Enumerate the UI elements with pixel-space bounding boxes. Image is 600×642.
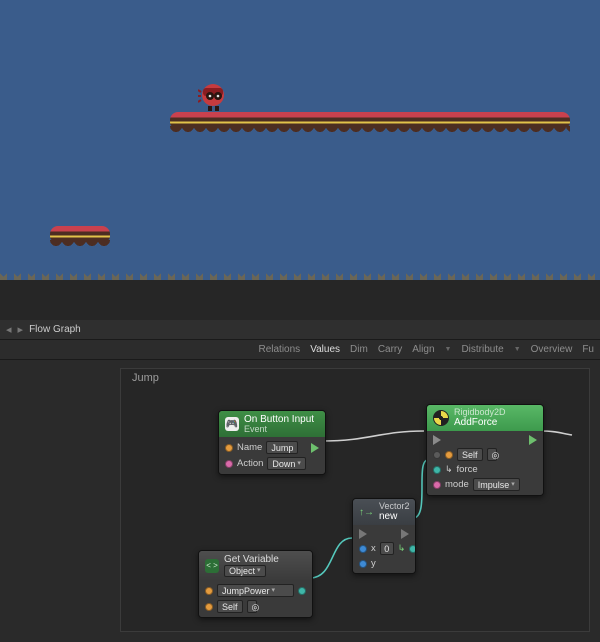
port-force[interactable] — [433, 466, 441, 474]
port-in[interactable] — [225, 460, 233, 468]
port-x[interactable] — [359, 545, 367, 553]
name-field[interactable]: Jump — [266, 441, 298, 454]
ground — [0, 280, 600, 320]
field-label: y — [371, 558, 376, 569]
toolbar-overview[interactable]: Overview — [531, 344, 573, 355]
node-title: Get Variable — [224, 554, 279, 565]
port-in[interactable] — [433, 481, 441, 489]
rigidbody-icon — [433, 410, 449, 426]
field-label: force — [457, 464, 478, 475]
exec-out-port[interactable] — [311, 443, 319, 453]
node-header[interactable]: ↑→ Vector2 new — [353, 499, 415, 525]
port-y[interactable] — [359, 560, 367, 568]
field-label: Action — [237, 458, 263, 469]
chevron-down-icon: ▼ — [514, 346, 521, 353]
variable-icon — [205, 559, 219, 573]
node-title: new — [379, 511, 397, 522]
graph-title: Jump — [132, 372, 159, 384]
field-label: x — [371, 543, 376, 554]
node-header[interactable]: Rigidbody2D AddForce — [427, 405, 543, 431]
port-out[interactable] — [298, 587, 306, 595]
graph-panel: ◂ ▸ Flow Graph Relations Values Dim Carr… — [0, 320, 600, 642]
chevron-down-icon: ▼ — [445, 346, 452, 353]
scope-dropdown[interactable]: Object▾ — [224, 565, 266, 577]
mode-dropdown[interactable]: Impulse▾ — [473, 478, 520, 491]
field-label: mode — [445, 479, 469, 490]
exec-in-port[interactable] — [359, 529, 367, 539]
self-field[interactable]: Self — [217, 600, 243, 613]
node-vector2[interactable]: ↑→ Vector2 new x 0 ↳ — [352, 498, 416, 574]
toolbar-distribute[interactable]: Distribute — [461, 344, 503, 355]
node-subtitle: Rigidbody2D — [454, 408, 506, 417]
node-subtitle: Vector2 — [379, 502, 410, 511]
node-on-button-input[interactable]: 🎮 On Button Input Event Name Jump Action… — [218, 410, 326, 475]
tab-flow-graph[interactable]: Flow Graph — [29, 324, 81, 335]
port-out[interactable] — [409, 545, 416, 553]
port-in[interactable] — [205, 603, 213, 611]
spikes — [0, 266, 600, 280]
panel-tabbar: ◂ ▸ Flow Graph — [0, 320, 600, 340]
port-in[interactable] — [445, 451, 453, 459]
target-picker[interactable]: ◎ — [247, 600, 257, 613]
platform-small — [50, 226, 110, 242]
field-label: Name — [237, 442, 262, 453]
node-header[interactable]: Get Variable Object▾ — [199, 551, 312, 580]
target-picker[interactable]: ◎ — [487, 448, 497, 461]
toolbar-align[interactable]: Align — [412, 344, 434, 355]
port-in[interactable] — [205, 587, 213, 595]
vector-out-icon: ↳ — [398, 543, 406, 554]
exec-out-port[interactable] — [529, 435, 537, 445]
game-preview — [0, 0, 600, 320]
node-get-variable[interactable]: Get Variable Object▾ JumpPower▾ Self ◎ — [198, 550, 313, 618]
toolbar-relations[interactable]: Relations — [258, 344, 300, 355]
node-title: AddForce — [454, 417, 497, 428]
vector-icon: ↑→ — [359, 507, 374, 518]
gamepad-icon: 🎮 — [225, 417, 239, 431]
node-header[interactable]: 🎮 On Button Input Event — [219, 411, 325, 437]
node-subtitle: Event — [244, 425, 314, 434]
self-field[interactable]: Self — [457, 448, 483, 461]
exec-in-port[interactable] — [433, 435, 441, 445]
toolbar-values[interactable]: Values — [310, 344, 340, 355]
variable-name-field[interactable]: JumpPower▾ — [217, 584, 294, 597]
node-addforce[interactable]: Rigidbody2D AddForce Self ◎ ↳ — [426, 404, 544, 496]
nav-back-icon[interactable]: ◂ — [6, 323, 12, 336]
toolbar-fullscreen[interactable]: Fu — [582, 344, 594, 355]
action-dropdown[interactable]: Down▾ — [267, 457, 306, 470]
panel-toolbar: Relations Values Dim Carry Align ▼ Distr… — [0, 340, 600, 360]
port-in[interactable] — [225, 444, 233, 452]
x-field[interactable]: 0 — [380, 542, 394, 555]
toolbar-carry[interactable]: Carry — [378, 344, 402, 355]
nav-fwd-icon[interactable]: ▸ — [18, 323, 24, 336]
platform-large — [170, 112, 570, 128]
port-in[interactable] — [433, 451, 441, 459]
player-sprite — [198, 82, 228, 112]
exec-out-port[interactable] — [401, 529, 409, 539]
toolbar-dim[interactable]: Dim — [350, 344, 368, 355]
graph-canvas[interactable]: Jump 🎮 On Button Input Event — [0, 360, 600, 642]
